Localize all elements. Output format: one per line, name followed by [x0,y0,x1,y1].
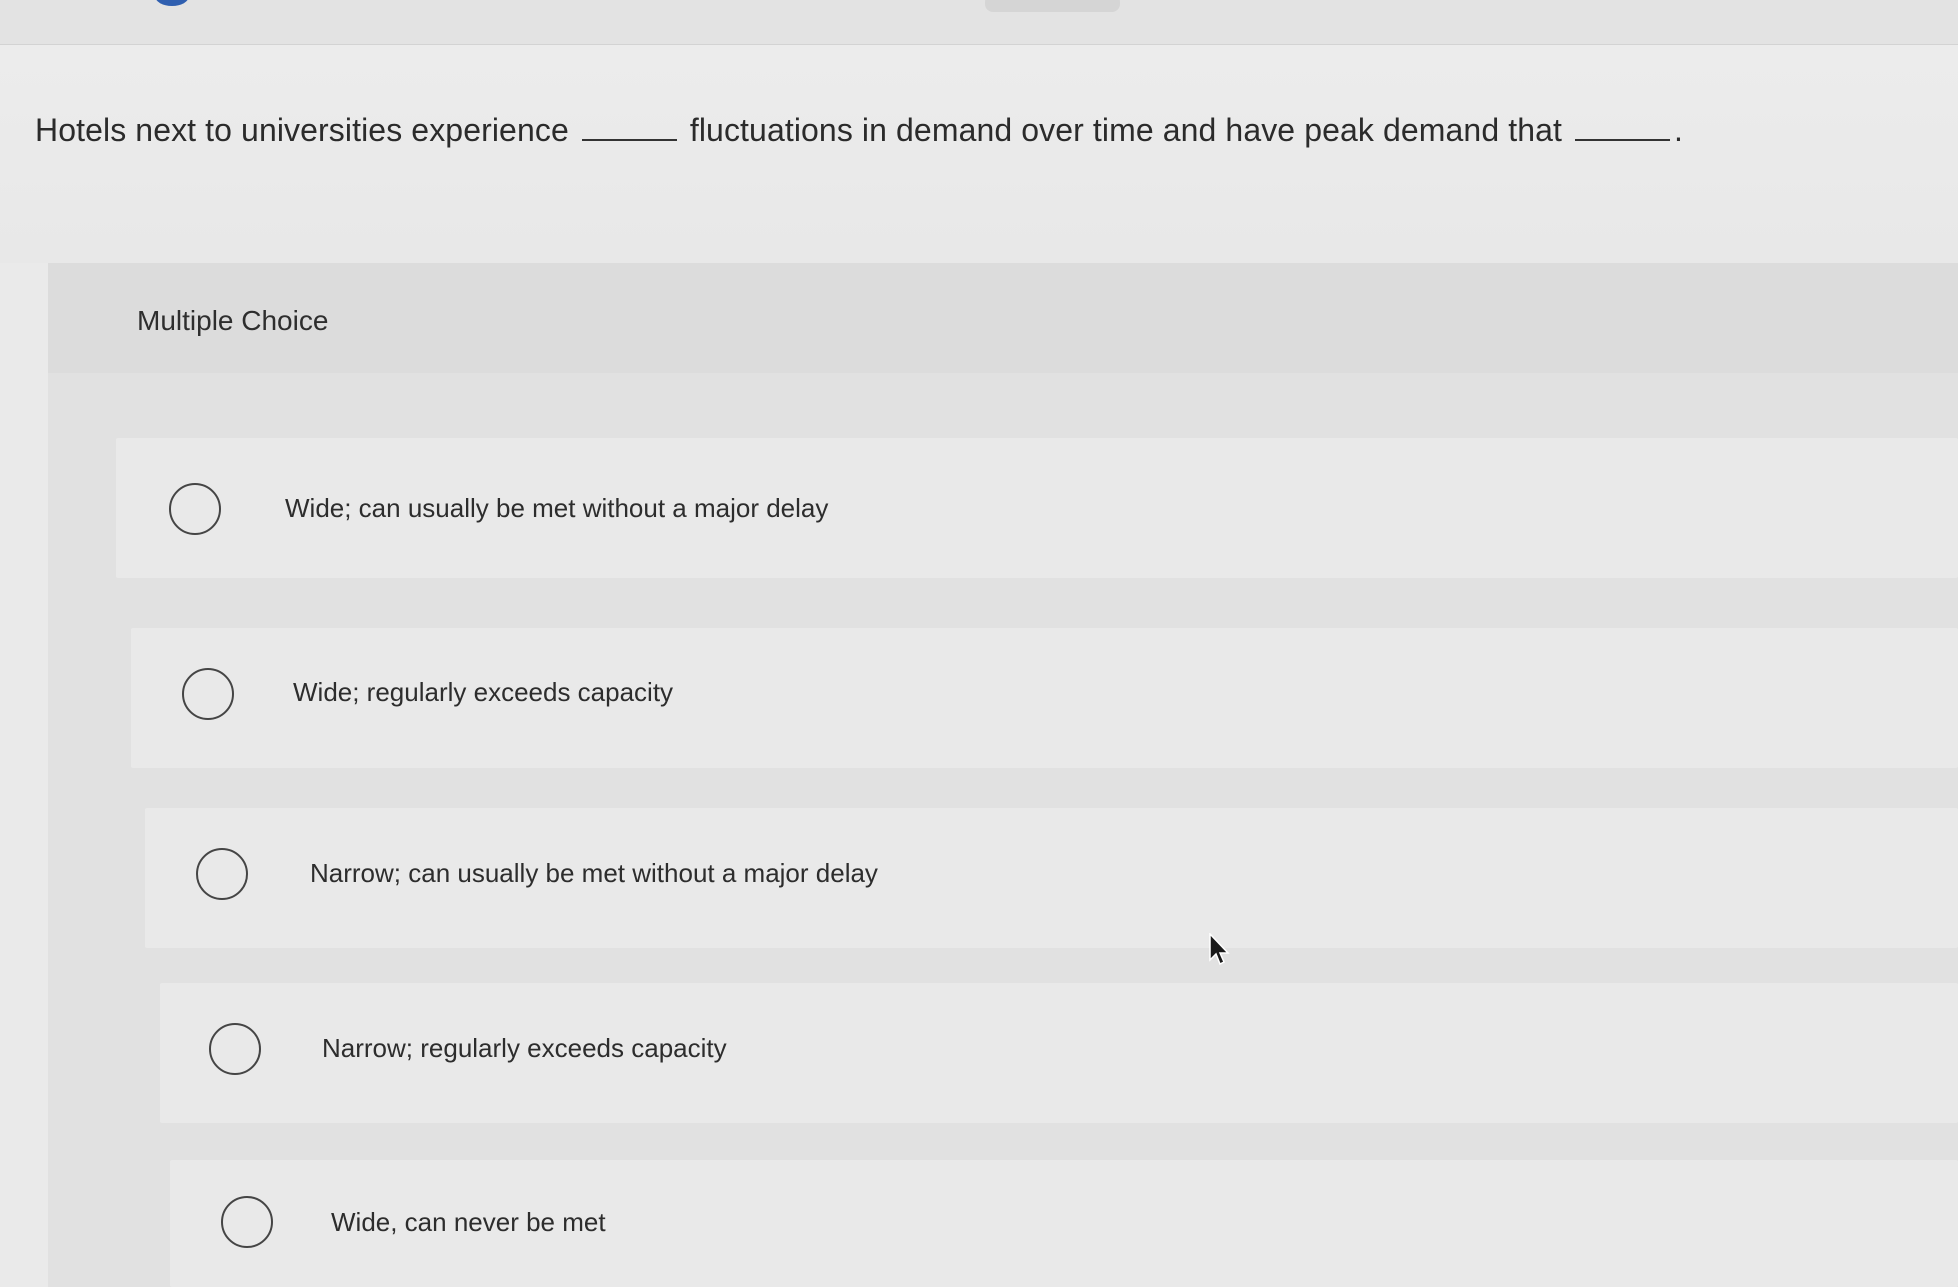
radio-unselected-icon[interactable] [182,668,234,720]
radio-unselected-icon[interactable] [196,848,248,900]
option-2[interactable]: Wide; regularly exceeds capacity [131,628,1958,768]
radio-unselected-icon[interactable] [169,483,221,535]
option-1-label: Wide; can usually be met without a major… [285,493,829,523]
status-dot-icon [155,0,189,6]
multiple-choice-panel: Multiple Choice Wide; can usually be met… [48,263,1958,1287]
question-text-part3: . [1674,112,1683,148]
option-5-label: Wide, can never be met [331,1207,606,1237]
radio-unselected-icon[interactable] [209,1023,261,1075]
question-prompt: Hotels next to universities experience f… [35,112,1683,149]
section-title: Multiple Choice [137,305,329,336]
question-text-part2: fluctuations in demand over time and hav… [689,112,1562,148]
mouse-pointer-icon [1209,933,1230,966]
answer-blank-1 [581,115,677,141]
question-text-part1: Hotels next to universities experience [35,112,569,148]
option-4-label: Narrow; regularly exceeds capacity [322,1033,727,1063]
question-area [0,45,1958,263]
option-2-label: Wide; regularly exceeds capacity [293,677,674,707]
option-5[interactable]: Wide, can never be met [170,1160,1958,1287]
option-1[interactable]: Wide; can usually be met without a major… [116,438,1958,578]
radio-unselected-icon[interactable] [221,1196,273,1248]
top-tab[interactable] [985,0,1120,12]
panel-header: Multiple Choice [48,263,1958,373]
option-3-label: Narrow; can usually be met without a maj… [310,858,878,888]
answer-blank-2 [1575,115,1670,141]
option-3[interactable]: Narrow; can usually be met without a maj… [145,808,1958,948]
option-4[interactable]: Narrow; regularly exceeds capacity [160,983,1958,1123]
top-toolbar [0,0,1958,45]
